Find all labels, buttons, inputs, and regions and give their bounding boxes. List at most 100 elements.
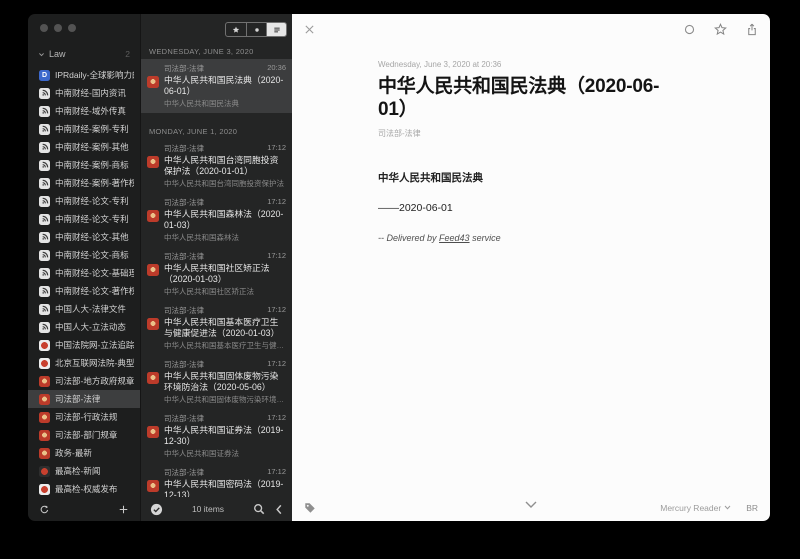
check-circle-icon — [150, 503, 163, 516]
tag-icon — [304, 502, 316, 514]
article-list-item[interactable]: 司法部-法律 20:36 中华人民共和国民法典（2020-06-01） 中华人民… — [141, 59, 292, 113]
sidebar-feed-item[interactable]: 中南财经-论文-著作权 — [28, 282, 140, 300]
search-icon — [253, 503, 265, 515]
sidebar-feed-item[interactable]: 北京互联网法院-典型案例 — [28, 354, 140, 372]
star-outline-icon — [714, 23, 727, 36]
emblem-feed-icon — [147, 76, 159, 88]
sidebar-feed-item[interactable]: 司法部-法律 — [28, 390, 140, 408]
zoom-window-button[interactable] — [68, 24, 76, 32]
filter-all-button[interactable] — [266, 23, 286, 36]
bionic-reading-toggle[interactable]: BR — [746, 503, 758, 513]
article-list-item[interactable]: 司法部-法律 17:12 中华人民共和国台湾同胞投资保护法（2020-01-01… — [141, 139, 292, 193]
byline-prefix: -- Delivered by — [378, 233, 439, 243]
scroll-down-button[interactable] — [524, 500, 538, 509]
article-time: 17:12 — [267, 251, 286, 262]
sidebar-feed-item[interactable]: 司法部-部门规章 — [28, 426, 140, 444]
sidebar-feed-item[interactable]: 中南财经-论文-基础理论 — [28, 264, 140, 282]
add-subscription-button[interactable] — [118, 504, 129, 515]
article-list-item[interactable]: 司法部-法律 17:12 中华人民共和国固体废物污染环境防治法（2020-05-… — [141, 355, 292, 409]
share-button[interactable] — [746, 23, 758, 36]
article-list-column: WEDNESDAY, JUNE 3, 2020 司法部-法律 20:36 中华人… — [140, 14, 292, 521]
sidebar-feed-item[interactable]: 中南财经-国内资讯 — [28, 84, 140, 102]
sidebar-feed-item[interactable]: 政务-最新 — [28, 444, 140, 462]
sidebar-feed-item[interactable]: 中南财经-案例-专利 — [28, 120, 140, 138]
feed-label: 北京互联网法院-典型案例 — [55, 357, 134, 369]
sidebar-feed-item[interactable]: 中南财经-域外传真 — [28, 102, 140, 120]
close-article-button[interactable] — [304, 24, 315, 35]
feed-label: 中南财经-论文-专利 — [55, 213, 129, 225]
collapse-list-button[interactable] — [275, 504, 283, 515]
sidebar-feed-item[interactable]: 中国法院网-立法追踪 — [28, 336, 140, 354]
emblem-feed-icon — [39, 448, 50, 459]
feed-label: 中南财经-论文-著作权 — [55, 285, 134, 297]
sidebar-feed-item[interactable]: 中南财经-案例-其他 — [28, 138, 140, 156]
reader-toolbar — [292, 14, 770, 44]
feed-label: 中国法院网-立法追踪 — [55, 339, 134, 351]
sidebar-feed-item[interactable]: 司法部-行政法规 — [28, 408, 140, 426]
rss-feed-icon — [39, 196, 50, 207]
minimize-window-button[interactable] — [54, 24, 62, 32]
article-time: 17:12 — [267, 359, 286, 370]
refresh-icon — [39, 504, 50, 515]
filter-unread-button[interactable] — [246, 23, 266, 36]
rss-feed-icon — [39, 106, 50, 117]
article-byline: -- Delivered by Feed43 service — [378, 233, 683, 243]
list-header — [141, 14, 292, 40]
round-red-white-feed-icon — [39, 358, 50, 369]
article-feed-label: 司法部-法律 — [378, 128, 683, 139]
tag-button[interactable] — [304, 502, 316, 514]
article-title: 中华人民共和国森林法（2020-01-03） — [164, 209, 286, 231]
article-list: WEDNESDAY, JUNE 3, 2020 司法部-法律 20:36 中华人… — [141, 40, 292, 497]
sidebar-feed-item[interactable]: 中国人大-法律文件 — [28, 300, 140, 318]
sidebar-feed-item[interactable]: 司法部-地方政府规章 — [28, 372, 140, 390]
round-red-white-feed-icon — [39, 484, 50, 495]
chevron-down-icon — [38, 51, 45, 58]
article-feed-name: 司法部-法律 — [164, 143, 204, 154]
emblem-feed-icon — [39, 430, 50, 441]
mark-all-read-button[interactable] — [150, 503, 163, 516]
feed-label: 中南财经-国内资讯 — [55, 87, 126, 99]
article-list-item[interactable]: 司法部-法律 17:12 中华人民共和国森林法（2020-01-03） 中华人民… — [141, 193, 292, 247]
star-icon — [232, 26, 240, 34]
mark-unread-button[interactable] — [684, 24, 695, 35]
article-time: 20:36 — [267, 63, 286, 74]
feed-label: 司法部-部门规章 — [55, 429, 117, 441]
article-list-item[interactable]: 司法部-法律 17:12 中华人民共和国密码法（2019-12-13） 中华人民… — [141, 463, 292, 497]
sidebar-feed-item[interactable]: 中国人大-立法动态 — [28, 318, 140, 336]
reader-footer: Mercury Reader BR — [292, 494, 770, 521]
article-summary: 中华人民共和国证券法 — [164, 449, 286, 458]
round-red-white-feed-icon — [39, 340, 50, 351]
article-summary: 中华人民共和国基本医疗卫生与健康促进法 — [164, 341, 286, 350]
article-list-item[interactable]: 司法部-法律 17:12 中华人民共和国基本医疗卫生与健康促进法（2020-01… — [141, 301, 292, 355]
sidebar-feed-item[interactable]: 中南财经-论文-商标 — [28, 246, 140, 264]
article-summary: 中华人民共和国固体废物污染环境防治法 — [164, 395, 286, 404]
sidebar-feed-item[interactable]: 中南财经-案例-商标 — [28, 156, 140, 174]
filter-starred-button[interactable] — [226, 23, 246, 36]
share-icon — [746, 23, 758, 36]
sidebar-group-law[interactable]: Law 2 — [28, 49, 140, 59]
star-article-button[interactable] — [714, 23, 727, 36]
sidebar-feed-item[interactable]: 中南财经-案例-著作权 — [28, 174, 140, 192]
article-feed-name: 司法部-法律 — [164, 359, 204, 370]
article-time: 17:12 — [267, 197, 286, 208]
date-section-header: MONDAY, JUNE 1, 2020 — [149, 127, 284, 136]
sidebar-feed-item[interactable]: 中南财经-论文-其他 — [28, 228, 140, 246]
sidebar-feed-item[interactable]: 中南财经-论文-专利 — [28, 192, 140, 210]
sidebar-feed-item[interactable]: 中南财经-论文-专利 — [28, 210, 140, 228]
article-list-item[interactable]: 司法部-法律 17:12 中华人民共和国证券法（2019-12-30） 中华人民… — [141, 409, 292, 463]
article-feed-name: 司法部-法律 — [164, 251, 204, 262]
search-button[interactable] — [253, 503, 265, 515]
article-date-section: MONDAY, JUNE 1, 2020 司法部-法律 17:12 中华人民共和… — [141, 127, 292, 497]
feed43-link[interactable]: Feed43 — [439, 233, 470, 243]
reader-mode-selector[interactable]: Mercury Reader — [660, 503, 731, 513]
article-time: 17:12 — [267, 305, 286, 316]
emblem-feed-icon — [147, 480, 159, 492]
sidebar-feed-item[interactable]: D IPRdaily-全球影响力的... — [28, 66, 140, 84]
sidebar: Law 2 D IPRdaily-全球影响力的... 中南财经-国内资讯 中南财… — [28, 14, 140, 521]
sidebar-feed-item[interactable]: 最高检-新闻 — [28, 462, 140, 480]
emblem-feed-icon — [147, 264, 159, 276]
close-window-button[interactable] — [40, 24, 48, 32]
article-list-item[interactable]: 司法部-法律 17:12 中华人民共和国社区矫正法（2020-01-03） 中华… — [141, 247, 292, 301]
refresh-button[interactable] — [39, 504, 50, 515]
sidebar-feed-item[interactable]: 最高检-权威发布 — [28, 480, 140, 498]
